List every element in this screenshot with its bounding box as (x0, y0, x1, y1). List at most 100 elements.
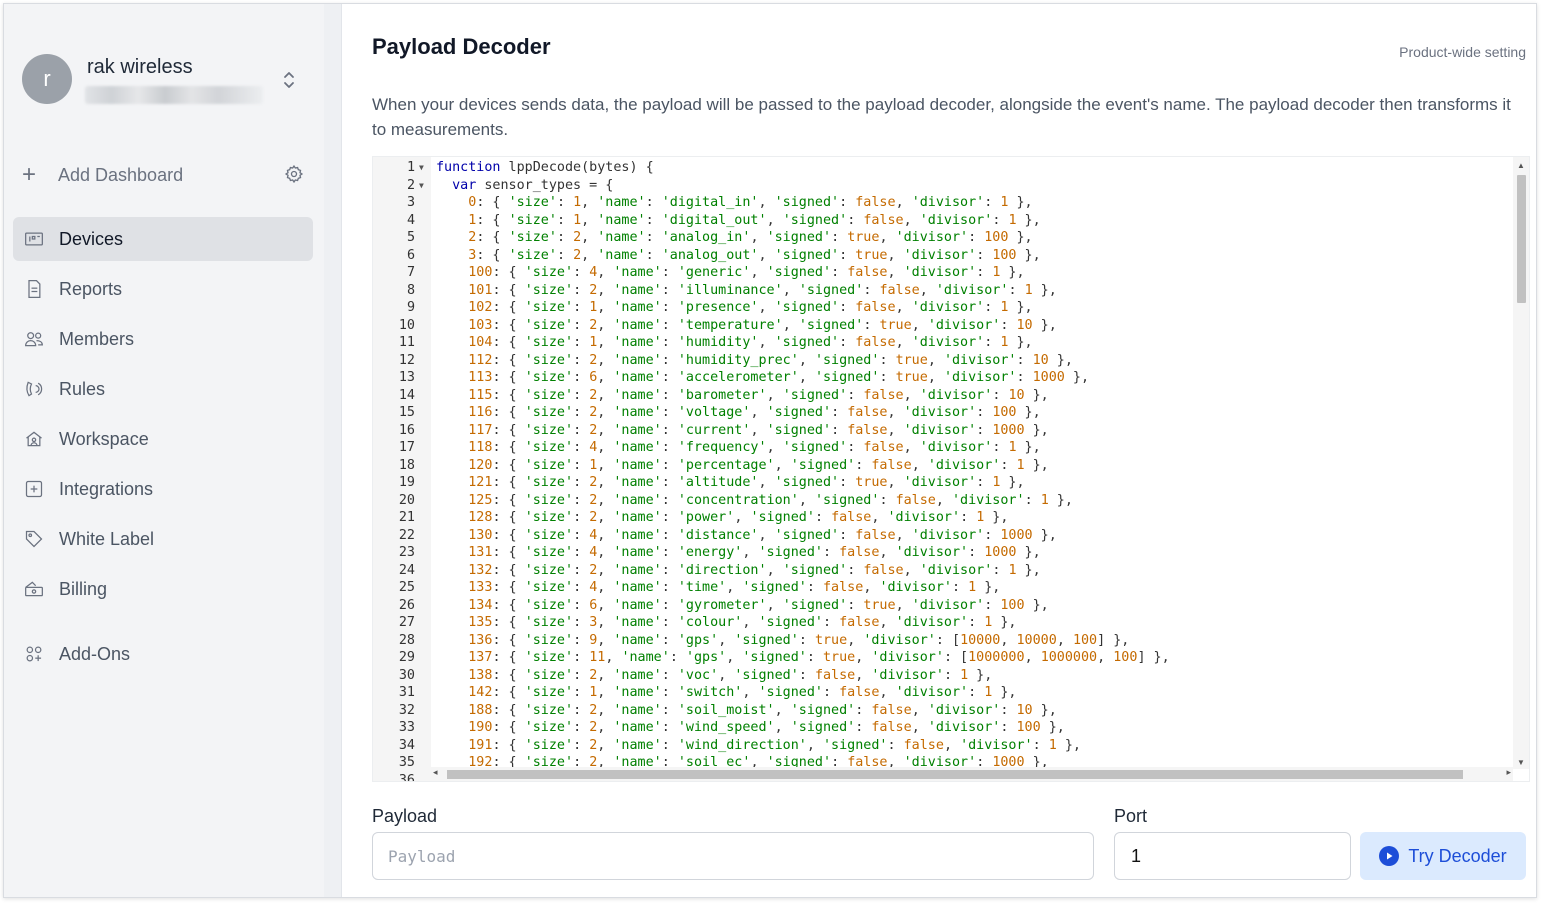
payload-input[interactable] (372, 832, 1094, 880)
vertical-scrollbar[interactable]: ▲ ▼ (1513, 157, 1529, 769)
code-text: 134: { 'size': 6, 'name': 'gyrometer', '… (468, 597, 1049, 613)
code-line: 17 118: { 'size': 4, 'name': 'frequency'… (373, 439, 1529, 457)
addons-icon (23, 643, 45, 665)
line-number: 1 (406, 160, 415, 175)
code-line: 2 ▼ var sensor_types = { (373, 177, 1529, 195)
code-line: 16 117: { 'size': 2, 'name': 'current', … (373, 422, 1529, 440)
code-text: 125: { 'size': 2, 'name': 'concentration… (468, 492, 1073, 508)
sidebar-item-rules[interactable]: Rules (13, 367, 313, 411)
sidebar-item-label: Billing (59, 578, 108, 599)
code-line: 31 142: { 'size': 1, 'name': 'switch', '… (373, 684, 1529, 702)
avatar: r (22, 54, 72, 104)
sidebar-nav: Devices Reports Members Rules Workspace … (13, 217, 313, 682)
code-text: 103: { 'size': 2, 'name': 'temperature',… (468, 317, 1057, 333)
horizontal-scrollbar[interactable]: ◂ ▸ (431, 767, 1513, 781)
sidebar-divider (324, 4, 342, 897)
sidebar-item-label: Workspace (59, 428, 149, 449)
sidebar-item-billing[interactable]: Billing (13, 567, 313, 611)
sidebar-item-label: White Label (59, 528, 155, 549)
line-number: 19 (398, 475, 415, 490)
line-number: 30 (398, 667, 415, 683)
code-text: 104: { 'size': 1, 'name': 'humidity', 's… (468, 335, 1033, 350)
account-name: rak wireless (87, 56, 193, 78)
add-dashboard-label: Add Dashboard (58, 164, 184, 185)
code-text: 3: { 'size': 2, 'name': 'analog_out', 's… (468, 247, 1041, 263)
line-number: 31 (398, 685, 415, 700)
sidebar-item-label: Rules (59, 378, 106, 399)
sidebar-item-workspace[interactable]: Workspace (13, 417, 313, 461)
code-text: 135: { 'size': 3, 'name': 'colour', 'sig… (468, 615, 1017, 630)
sidebar-item-add-ons[interactable]: Add-Ons (13, 632, 313, 676)
code-text: 138: { 'size': 2, 'name': 'voc', 'signed… (468, 667, 993, 683)
scope-label: Product-wide setting (1399, 44, 1526, 60)
code-line: 3 0: { 'size': 1, 'name': 'digital_in', … (373, 194, 1529, 212)
page-title: Payload Decoder (372, 34, 551, 59)
code-line: 10 103: { 'size': 2, 'name': 'temperatur… (373, 317, 1529, 335)
payload-label: Payload (372, 806, 438, 826)
scroll-right-icon[interactable]: ▸ (1506, 767, 1511, 778)
code-text: 121: { 'size': 2, 'name': 'altitude', 's… (468, 475, 1025, 490)
code-line: 27 135: { 'size': 3, 'name': 'colour', '… (373, 614, 1529, 632)
code-text: 120: { 'size': 1, 'name': 'percentage', … (468, 457, 1049, 473)
code-line: 29 137: { 'size': 11, 'name': 'gps', 'si… (373, 649, 1529, 667)
code-line: 32 188: { 'size': 2, 'name': 'soil_moist… (373, 702, 1529, 720)
nav-separator (13, 617, 313, 632)
code-text: 131: { 'size': 4, 'name': 'energy', 'sig… (468, 545, 1041, 560)
line-number: 24 (398, 562, 415, 578)
try-decoder-button[interactable]: Try Decoder (1360, 832, 1526, 880)
code-text: 190: { 'size': 2, 'name': 'wind_speed', … (468, 720, 1065, 735)
code-line: 9 102: { 'size': 1, 'name': 'presence', … (373, 299, 1529, 317)
gear-icon[interactable] (284, 164, 304, 184)
port-label: Port (1114, 806, 1148, 826)
line-number: 13 (398, 370, 415, 385)
line-number: 28 (398, 632, 415, 648)
code-text: 116: { 'size': 2, 'name': 'voltage', 'si… (468, 405, 1041, 420)
line-number: 20 (398, 492, 415, 508)
sidebar-item-label: Reports (59, 278, 123, 299)
sidebar-item-devices[interactable]: Devices (13, 217, 313, 261)
code-line: 20 125: { 'size': 2, 'name': 'concentrat… (373, 492, 1529, 510)
code-line: 21 128: { 'size': 2, 'name': 'power', 's… (373, 509, 1529, 527)
line-number: 9 (406, 300, 415, 315)
sidebar-item-white-label[interactable]: White Label (13, 517, 313, 561)
scroll-up-icon[interactable]: ▲ (1517, 161, 1525, 170)
scroll-down-icon[interactable]: ▼ (1517, 758, 1525, 767)
code-line: 25 133: { 'size': 4, 'name': 'time', 'si… (373, 579, 1529, 597)
code-text: 118: { 'size': 4, 'name': 'frequency', '… (468, 440, 1041, 455)
line-number: 32 (398, 702, 415, 718)
fold-toggle-icon[interactable]: ▼ (419, 159, 424, 177)
code-text: 128: { 'size': 2, 'name': 'power', 'sign… (468, 510, 1009, 525)
line-number: 5 (406, 230, 415, 245)
rules-icon (23, 378, 45, 400)
code-lines[interactable]: 1 ▼ function lppDecode(bytes) {2 ▼ var sens… (373, 159, 1529, 781)
sidebar-item-reports[interactable]: Reports (13, 267, 313, 311)
sidebar-item-integrations[interactable]: Integrations (13, 467, 313, 511)
add-dashboard-button[interactable]: + Add Dashboard (22, 160, 304, 190)
sidebar-item-members[interactable]: Members (13, 317, 313, 361)
code-text: 188: { 'size': 2, 'name': 'soil_moist', … (468, 702, 1057, 718)
line-number: 8 (406, 282, 415, 298)
line-number: 4 (406, 212, 415, 228)
code-line: 34 191: { 'size': 2, 'name': 'wind_direc… (373, 737, 1529, 755)
code-line: 14 115: { 'size': 2, 'name': 'barometer'… (373, 387, 1529, 405)
code-line: 7 100: { 'size': 4, 'name': 'generic', '… (373, 264, 1529, 282)
code-line: 4 1: { 'size': 1, 'name': 'digital_out',… (373, 212, 1529, 230)
chevron-up-down-icon[interactable] (280, 68, 298, 92)
report-icon (23, 278, 45, 300)
line-number: 2 (406, 177, 415, 193)
account-switcher[interactable]: r rak wireless (22, 52, 312, 112)
code-editor[interactable]: 1 ▼ function lppDecode(bytes) {2 ▼ var sens… (372, 156, 1530, 782)
code-text: 101: { 'size': 2, 'name': 'illuminance',… (468, 282, 1057, 298)
billing-icon (23, 578, 45, 600)
code-line: 1 ▼ function lppDecode(bytes) { (373, 159, 1529, 177)
code-line: 30 138: { 'size': 2, 'name': 'voc', 'sig… (373, 667, 1529, 685)
line-number: 12 (398, 352, 415, 368)
port-input[interactable] (1114, 832, 1351, 880)
line-number: 29 (398, 650, 415, 665)
scrollbar-thumb[interactable] (1517, 175, 1526, 303)
scrollbar-thumb[interactable] (447, 770, 1463, 779)
plus-icon: + (22, 161, 37, 188)
scroll-left-icon[interactable]: ◂ (433, 767, 438, 778)
fold-toggle-icon[interactable]: ▼ (419, 177, 424, 195)
line-number: 16 (398, 422, 415, 438)
